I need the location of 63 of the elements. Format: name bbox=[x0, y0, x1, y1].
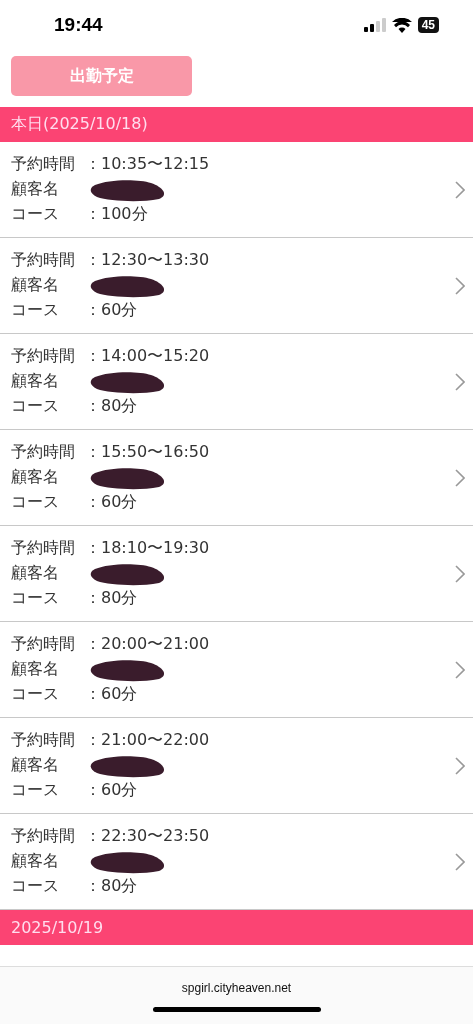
booking-row[interactable]: 予約時間 ：14:00〜15:20 顧客名 コース ：80分 bbox=[0, 334, 473, 430]
customer-label: 顧客名 bbox=[11, 467, 60, 488]
battery-level: 45 bbox=[417, 17, 439, 33]
customer-label: 顧客名 bbox=[11, 563, 60, 584]
chevron-right-icon bbox=[455, 180, 465, 199]
time-value: ：12:30〜13:30 bbox=[85, 250, 210, 271]
booking-row[interactable]: 予約時間 ：15:50〜16:50 顧客名 コース ：60分 bbox=[0, 430, 473, 526]
course-label: コース bbox=[11, 396, 60, 417]
url-text[interactable]: spgirl.cityheaven.net bbox=[181, 981, 292, 995]
chevron-right-icon bbox=[455, 564, 465, 583]
customer-label: 顧客名 bbox=[11, 659, 60, 680]
booking-row[interactable]: 予約時間 ：18:10〜19:30 顧客名 コース ：80分 bbox=[0, 526, 473, 622]
course-value: ：60分 bbox=[85, 492, 138, 513]
booking-row[interactable]: 予約時間 ：12:30〜13:30 顧客名 コース ：60分 bbox=[0, 238, 473, 334]
time-label: 予約時間 bbox=[11, 346, 76, 367]
booking-row[interactable]: 予約時間 ：21:00〜22:00 顧客名 コース ：60分 bbox=[0, 718, 473, 814]
clock-time: 19:44 bbox=[54, 14, 103, 36]
booking-row[interactable]: 予約時間 ：20:00〜21:00 顧客名 コース ：60分 bbox=[0, 622, 473, 718]
course-label: コース bbox=[11, 780, 60, 801]
signal-icon bbox=[363, 18, 386, 32]
chevron-right-icon bbox=[455, 660, 465, 679]
home-indicator[interactable] bbox=[152, 1007, 321, 1012]
time-value: ：14:00〜15:20 bbox=[85, 346, 210, 367]
course-label: コース bbox=[11, 204, 60, 225]
wifi-icon bbox=[391, 17, 412, 33]
course-label: コース bbox=[11, 684, 60, 705]
time-value: ：15:50〜16:50 bbox=[85, 442, 210, 463]
course-value: ：80分 bbox=[85, 588, 138, 609]
time-label: 予約時間 bbox=[11, 730, 76, 751]
customer-label: 顧客名 bbox=[11, 275, 60, 296]
customer-label: 顧客名 bbox=[11, 179, 60, 200]
time-label: 予約時間 bbox=[11, 826, 76, 847]
time-value: ：22:30〜23:50 bbox=[85, 826, 210, 847]
course-label: コース bbox=[11, 876, 60, 897]
customer-label: 顧客名 bbox=[11, 755, 60, 776]
course-value: ：80分 bbox=[85, 876, 138, 897]
course-label: コース bbox=[11, 300, 60, 321]
chevron-right-icon bbox=[455, 468, 465, 487]
course-value: ：100分 bbox=[85, 204, 148, 225]
time-label: 予約時間 bbox=[11, 442, 76, 463]
chevron-right-icon bbox=[455, 372, 465, 391]
chevron-right-icon bbox=[455, 852, 465, 871]
time-value: ：10:35〜12:15 bbox=[85, 154, 210, 175]
time-value: ：21:00〜22:00 bbox=[85, 730, 210, 751]
chevron-right-icon bbox=[455, 756, 465, 775]
course-value: ：60分 bbox=[85, 300, 138, 321]
customer-label: 顧客名 bbox=[11, 851, 60, 872]
customer-label: 顧客名 bbox=[11, 371, 60, 392]
course-value: ：60分 bbox=[85, 684, 138, 705]
date-heading: 本日(2025/10/18) bbox=[0, 107, 473, 142]
course-label: コース bbox=[11, 492, 60, 513]
course-value: ：80分 bbox=[85, 396, 138, 417]
chevron-right-icon bbox=[455, 276, 465, 295]
time-label: 予約時間 bbox=[11, 538, 76, 559]
date-heading: 2025/10/19 bbox=[0, 910, 473, 945]
time-value: ：18:10〜19:30 bbox=[85, 538, 210, 559]
time-value: ：20:00〜21:00 bbox=[85, 634, 210, 655]
time-label: 予約時間 bbox=[11, 250, 76, 271]
time-label: 予約時間 bbox=[11, 634, 76, 655]
time-label: 予約時間 bbox=[11, 154, 76, 175]
course-value: ：60分 bbox=[85, 780, 138, 801]
course-label: コース bbox=[11, 588, 60, 609]
booking-row[interactable]: 予約時間 ：10:35〜12:15 顧客名 コース ：100分 bbox=[0, 142, 473, 238]
